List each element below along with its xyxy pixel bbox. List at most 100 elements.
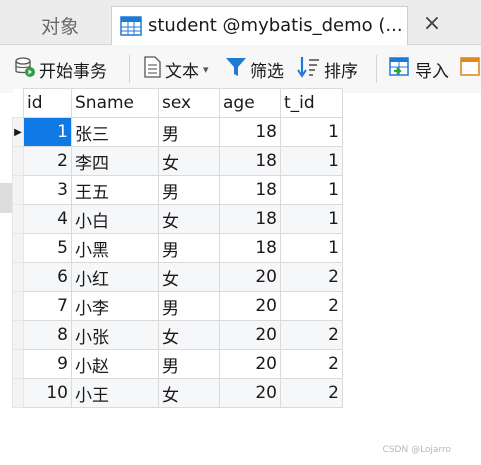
table-row[interactable]: 7 小李男 20 2 (12, 291, 343, 321)
cell-sex[interactable]: 女 (158, 320, 220, 350)
sort-label: 排序 (324, 61, 358, 82)
cell-age[interactable]: 18 (219, 146, 281, 176)
cell-tid[interactable]: 2 (280, 320, 343, 350)
cell-tid[interactable]: 2 (280, 291, 343, 321)
export-icon (459, 56, 481, 83)
begin-transaction-label: 开始事务 (39, 61, 107, 82)
cell-sex[interactable]: 女 (158, 378, 220, 408)
table-row[interactable]: 8 小张女 20 2 (12, 320, 343, 350)
begin-transaction-button[interactable]: 开始事务 (14, 54, 107, 84)
cell-id[interactable]: 5 (23, 233, 72, 263)
filter-label: 筛选 (250, 61, 284, 82)
import-button[interactable]: 导入 (388, 54, 449, 84)
import-label: 导入 (415, 61, 449, 82)
watermark: CSDN @Lojarro (382, 445, 451, 455)
row-indicator[interactable] (12, 262, 24, 292)
cell-sname[interactable]: 小红 (71, 262, 159, 292)
toolbar: 开始事务 文本 ▾ 筛选 排序 导入 (0, 45, 481, 93)
cell-sname[interactable]: 小黑 (71, 233, 159, 263)
row-indicator[interactable] (12, 349, 24, 379)
text-view-button[interactable]: 文本 ▾ (142, 54, 209, 84)
cell-tid[interactable]: 1 (280, 146, 343, 176)
row-indicator[interactable] (12, 291, 24, 321)
cell-sname[interactable]: 小张 (71, 320, 159, 350)
cell-tid[interactable]: 2 (280, 262, 343, 292)
cell-id[interactable]: 3 (23, 175, 72, 205)
cell-age[interactable]: 20 (219, 349, 281, 379)
tab-bar: 对象 student @mybatis_demo (... × (0, 0, 481, 45)
cell-age[interactable]: 20 (219, 262, 281, 292)
table-row[interactable]: 5 小黑男 18 1 (12, 233, 343, 263)
row-indicator[interactable] (12, 320, 24, 350)
cell-id[interactable]: 9 (23, 349, 72, 379)
cell-tid[interactable]: 2 (280, 349, 343, 379)
cell-age[interactable]: 18 (219, 233, 281, 263)
cell-id[interactable]: 7 (23, 291, 72, 321)
import-icon (388, 56, 415, 83)
row-indicator[interactable] (12, 378, 24, 408)
chevron-down-icon: ▾ (203, 62, 209, 76)
cell-sex[interactable]: 女 (158, 204, 220, 234)
cell-tid[interactable]: 1 (280, 117, 343, 147)
sort-button[interactable]: 排序 (297, 54, 358, 84)
cell-tid[interactable]: 2 (280, 378, 343, 408)
table-row[interactable]: 3 王五男 18 1 (12, 175, 343, 205)
cell-sname[interactable]: 张三 (71, 117, 159, 147)
cell-sex[interactable]: 男 (158, 349, 220, 379)
cell-sex[interactable]: 女 (158, 262, 220, 292)
cell-age[interactable]: 20 (219, 291, 281, 321)
cell-id[interactable]: 4 (23, 204, 72, 234)
toolbar-divider (129, 55, 130, 83)
cell-sname[interactable]: 小李 (71, 291, 159, 321)
cell-age[interactable]: 18 (219, 204, 281, 234)
cell-tid[interactable]: 1 (280, 233, 343, 263)
table-row[interactable]: 4 小白女 18 1 (12, 204, 343, 234)
row-indicator[interactable] (12, 233, 24, 263)
current-row-arrow-icon[interactable]: ▶ (12, 117, 24, 147)
cell-sname[interactable]: 小王 (71, 378, 159, 408)
cell-age[interactable]: 20 (219, 378, 281, 408)
cell-id[interactable]: 1 (23, 117, 72, 147)
cell-tid[interactable]: 1 (280, 204, 343, 234)
cell-sex[interactable]: 男 (158, 233, 220, 263)
table-row[interactable]: 6 小红女 20 2 (12, 262, 343, 292)
document-icon (142, 55, 165, 83)
cell-age[interactable]: 18 (219, 175, 281, 205)
cell-sex[interactable]: 男 (158, 175, 220, 205)
cell-sname[interactable]: 王五 (71, 175, 159, 205)
export-button[interactable] (459, 54, 481, 84)
cell-sname[interactable]: 小白 (71, 204, 159, 234)
cell-tid[interactable]: 1 (280, 175, 343, 205)
cell-age[interactable]: 20 (219, 320, 281, 350)
cell-age[interactable]: 18 (219, 117, 281, 147)
row-indicator-header (12, 88, 24, 118)
row-indicator[interactable] (12, 146, 24, 176)
cell-sex[interactable]: 男 (158, 117, 220, 147)
filter-icon (225, 56, 250, 83)
row-indicator[interactable] (12, 204, 24, 234)
cell-id[interactable]: 2 (23, 146, 72, 176)
cell-id[interactable]: 6 (23, 262, 72, 292)
column-header-age[interactable]: age (219, 88, 281, 118)
sort-icon (297, 55, 324, 84)
cell-id[interactable]: 8 (23, 320, 72, 350)
column-header-sname[interactable]: Sname (71, 88, 159, 118)
column-header-sex[interactable]: sex (158, 88, 220, 118)
table-row[interactable]: 9 小赵男 20 2 (12, 349, 343, 379)
column-header-tid[interactable]: t_id (280, 88, 343, 118)
table-row[interactable]: ▶ 1 张三男 18 1 (12, 117, 343, 147)
row-indicator[interactable] (12, 175, 24, 205)
cell-sex[interactable]: 男 (158, 291, 220, 321)
column-header-id[interactable]: id (23, 88, 72, 118)
tab-student-table[interactable]: student @mybatis_demo (... (111, 6, 408, 45)
text-label: 文本 (165, 61, 199, 82)
close-tab-button[interactable]: × (416, 8, 448, 40)
table-row[interactable]: 10 小王女 20 2 (12, 378, 343, 408)
cell-id[interactable]: 10 (23, 378, 72, 408)
cell-sname[interactable]: 李四 (71, 146, 159, 176)
table-row[interactable]: 2 李四女 18 1 (12, 146, 343, 176)
cell-sname[interactable]: 小赵 (71, 349, 159, 379)
tab-objects[interactable]: 对象 (14, 10, 106, 44)
cell-sex[interactable]: 女 (158, 146, 220, 176)
filter-button[interactable]: 筛选 (225, 54, 284, 84)
